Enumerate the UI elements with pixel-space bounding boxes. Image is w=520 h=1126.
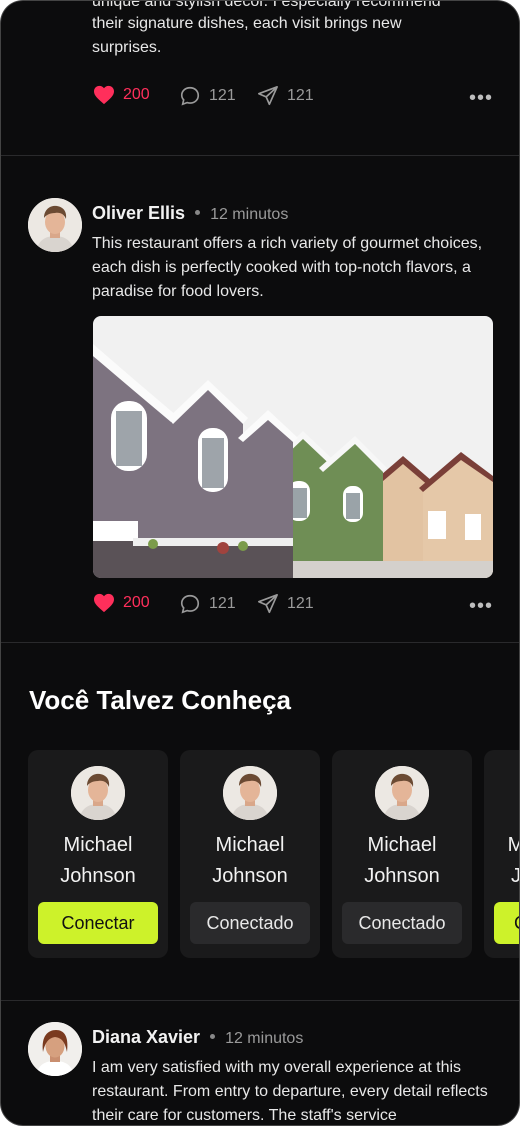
post-diana: Diana Xavier 12 minutos I am very satisfi… [1,1,519,1125]
post-text: I am very satisfied with my overall expe… [92,1059,488,1124]
avatar[interactable] [28,1022,82,1076]
phone-screen: unique and stylish decor. I especially r… [1,1,519,1125]
separator-dot [210,1034,216,1040]
post-time: 12 minutos [225,1030,304,1047]
post-author[interactable]: Diana Xavier 12 minutos [92,1027,303,1048]
author-name[interactable]: Diana Xavier [92,1027,200,1047]
